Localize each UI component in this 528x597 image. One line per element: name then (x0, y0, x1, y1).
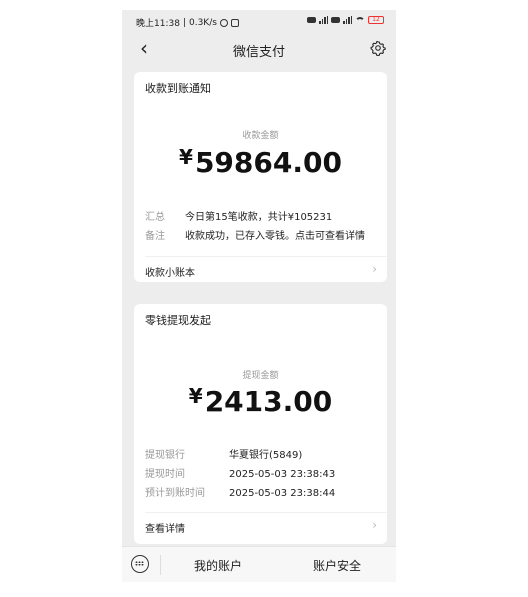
detail-key: 备注 (145, 231, 165, 242)
withdrawal-amount-label: 提现金额 (242, 371, 279, 381)
detail-row: 预计到账时间 2025-05-03 23:38:44 (145, 484, 335, 499)
signal-icon-2 (343, 16, 352, 24)
receipt-amount-value: 59864.00 (194, 146, 342, 179)
withdrawal-amount: ¥2413.00 (134, 384, 387, 418)
detail-key: 预计到账时间 (145, 488, 205, 499)
keyboard-icon[interactable] (131, 555, 149, 573)
status-separator: | (182, 17, 186, 28)
detail-value: 2025-05-03 23:38:43 (229, 469, 336, 480)
status-time: 晚上11:38 (136, 19, 180, 29)
currency-symbol: ¥ (188, 384, 203, 408)
withdrawal-card[interactable]: 零钱提现发起 提现金额 ¥2413.00 提现银行 华夏银行(5849) 提现时间… (134, 304, 387, 544)
receipt-amount-label: 收款金额 (242, 131, 279, 141)
alarm-icon (219, 18, 228, 27)
network-speed: 0.3K/s (188, 17, 217, 28)
notification-icon (230, 18, 239, 27)
withdrawal-card-title: 零钱提现发起 (145, 314, 211, 327)
withdrawal-amount-value: 2413.00 (204, 385, 333, 418)
hd-icon (307, 17, 316, 23)
view-details-label: 查看详情 (145, 524, 185, 535)
detail-value: 今日第15笔收款，共计¥105231 (185, 212, 333, 223)
chevron-right-icon: › (372, 518, 377, 532)
view-details-link[interactable]: 查看详情 › (145, 512, 387, 539)
receipt-amount: ¥59864.00 (134, 145, 387, 179)
page-title: 微信支付 (232, 45, 285, 60)
hd-icon-2 (331, 17, 340, 23)
receipt-card[interactable]: 收款到账通知 收款金额 ¥59864.00 汇总 今日第15笔收款，共计¥1052… (134, 72, 387, 282)
detail-key: 提现银行 (145, 450, 185, 461)
status-bar: 晚上11:38 | 0.3K/s 12 (122, 10, 396, 32)
detail-row: 备注 收款成功，已存入零钱。点击可查看详情 (145, 227, 365, 242)
my-account-tab[interactable]: 我的账户 (194, 557, 242, 574)
account-security-tab[interactable]: 账户安全 (313, 557, 361, 574)
phone-screen: 晚上11:38 | 0.3K/s 12 ‹ 微信支付 收款到账通知 收款金额 ¥… (122, 10, 396, 582)
ledger-link-label: 收款小账本 (145, 268, 195, 279)
menu-divider (160, 555, 161, 575)
detail-row: 提现银行 华夏银行(5849) (145, 446, 302, 461)
receipt-card-title: 收款到账通知 (145, 82, 211, 95)
detail-row: 汇总 今日第15笔收款，共计¥105231 (145, 208, 332, 223)
signal-icon (319, 16, 328, 24)
gear-icon[interactable] (370, 40, 386, 56)
ledger-link[interactable]: 收款小账本 › (145, 256, 387, 283)
bottom-menu-bar: 我的账户 账户安全 (122, 546, 396, 582)
chevron-right-icon: › (372, 262, 377, 276)
battery-icon: 12 (368, 16, 384, 24)
detail-value: 2025-05-03 23:38:44 (229, 488, 336, 499)
detail-row: 提现时间 2025-05-03 23:38:43 (145, 465, 335, 480)
detail-value: 收款成功，已存入零钱。点击可查看详情 (185, 231, 365, 242)
nav-bar: ‹ 微信支付 (122, 32, 396, 64)
detail-key: 提现时间 (145, 469, 185, 480)
currency-symbol: ¥ (179, 145, 193, 169)
wifi-icon (355, 16, 365, 24)
detail-value: 华夏银行(5849) (229, 450, 303, 461)
detail-key: 汇总 (145, 212, 165, 223)
